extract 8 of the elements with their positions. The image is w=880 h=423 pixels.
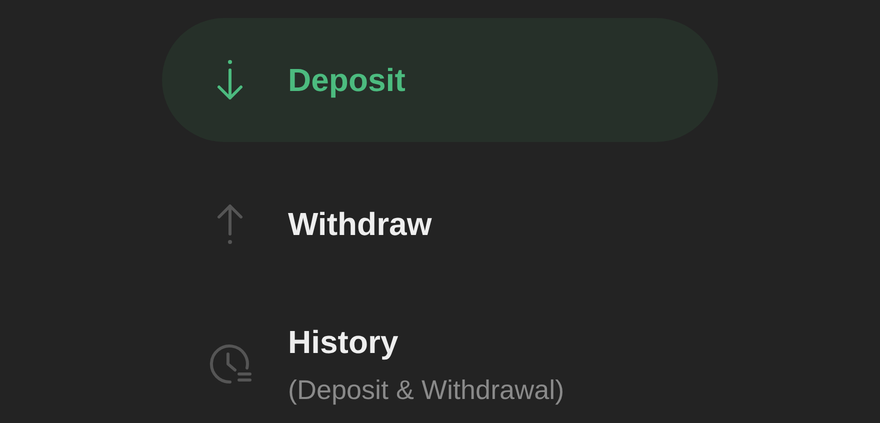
- menu-subtitle: (Deposit & Withdrawal): [288, 374, 564, 407]
- menu-label: Withdraw: [288, 205, 432, 244]
- menu-item[interactable]: History (Deposit & Withdrawal): [162, 306, 718, 422]
- clock-icon: [208, 342, 252, 386]
- menu-item[interactable]: Deposit: [162, 18, 718, 142]
- menu-item[interactable]: Withdraw: [162, 162, 718, 286]
- menu-label: Deposit: [288, 61, 406, 100]
- menu-label: History: [288, 323, 400, 362]
